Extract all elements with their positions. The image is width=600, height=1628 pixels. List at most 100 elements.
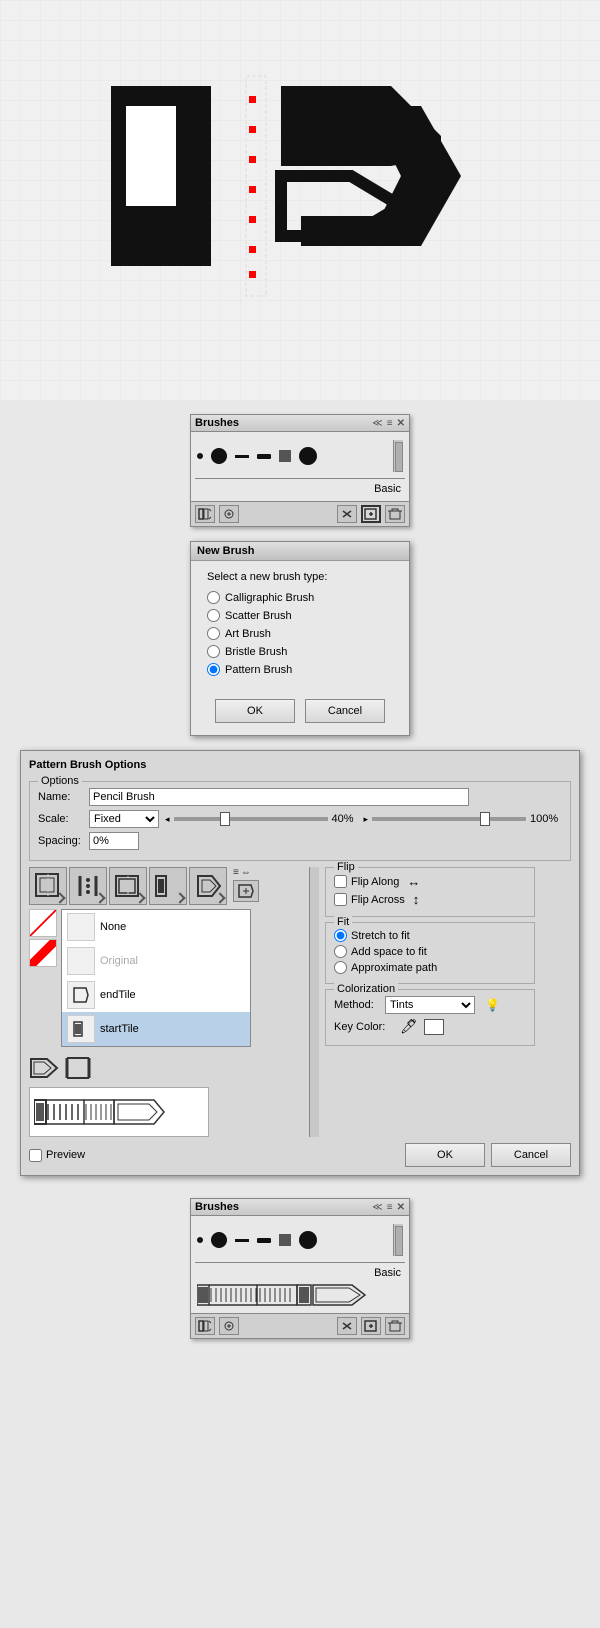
- key-color-swatch[interactable]: [424, 1019, 444, 1035]
- radio-calligraphic[interactable]: Calligraphic Brush: [207, 591, 393, 604]
- brush2-item-5[interactable]: [279, 1234, 291, 1246]
- trash-brush-icon-2[interactable]: [385, 1317, 405, 1335]
- eyedropper-icon[interactable]: 🖊: [400, 1018, 418, 1035]
- brushes-panel-1: Brushes ≪ ≡ ✕ Bas: [190, 414, 410, 527]
- add-brush-icon[interactable]: [219, 505, 239, 523]
- tile-menu-icon[interactable]: ≡: [233, 867, 239, 878]
- delete-brush-icon-2[interactable]: [337, 1317, 357, 1335]
- flip-across-cb[interactable]: [334, 893, 347, 906]
- brushes-row-2: [195, 1220, 405, 1260]
- radio-pattern-input[interactable]: [207, 663, 220, 676]
- brush-item-6[interactable]: [299, 447, 317, 465]
- add-brush-icon-2[interactable]: [219, 1317, 239, 1335]
- scale-slider2-thumb[interactable]: [480, 812, 490, 826]
- dropdown-original[interactable]: Original: [62, 944, 250, 978]
- brush2-item-2[interactable]: [211, 1232, 227, 1248]
- scale-max: 100%: [530, 813, 562, 825]
- radio-art-input[interactable]: [207, 627, 220, 640]
- brushes-panel-2: Brushes ≪ ≡ ✕ Bas: [190, 1198, 410, 1339]
- scale-slider-track[interactable]: [174, 817, 328, 821]
- spacing-input[interactable]: [89, 832, 139, 850]
- flip-along-label: Flip Along: [351, 876, 399, 888]
- dropdown-end-icon: [67, 981, 95, 1009]
- lightbulb-icon[interactable]: 💡: [485, 998, 500, 1012]
- radio-bristle-input[interactable]: [207, 645, 220, 658]
- stretch-radio[interactable]: [334, 929, 347, 942]
- name-input[interactable]: Pencil Brush: [89, 788, 469, 806]
- name-label: Name:: [38, 791, 83, 803]
- dropdown-start-icon: [67, 1015, 95, 1043]
- delete-brush-icon[interactable]: [337, 505, 357, 523]
- tile-btn-3[interactable]: [109, 867, 147, 905]
- radio-pattern[interactable]: Pattern Brush: [207, 663, 393, 676]
- flip-along-cb[interactable]: [334, 875, 347, 888]
- brush-item-4[interactable]: [257, 454, 271, 459]
- radio-bristle[interactable]: Bristle Brush: [207, 645, 393, 658]
- panel2-menu-icon[interactable]: ≡: [387, 1202, 393, 1213]
- brush2-item-6[interactable]: [299, 1231, 317, 1249]
- scale-select[interactable]: Fixed: [89, 810, 159, 828]
- brush-item-2[interactable]: [211, 448, 227, 464]
- preview-label: Preview: [46, 1149, 85, 1161]
- libraries-icon-2[interactable]: [195, 1317, 215, 1335]
- scale-slider2-track[interactable]: [372, 817, 526, 821]
- panel-close-icon[interactable]: ✕: [397, 418, 405, 429]
- dropdown-none[interactable]: None: [62, 910, 250, 944]
- spacing-label: Spacing:: [38, 835, 83, 847]
- panel2-collapse-icon[interactable]: ≪: [372, 1202, 382, 1213]
- scale-min-icon: ◂: [165, 814, 170, 825]
- add-space-radio[interactable]: [334, 945, 347, 958]
- panel-collapse-icon[interactable]: ≪: [372, 418, 382, 429]
- panel-menu-icon[interactable]: ≡: [387, 418, 393, 429]
- preview-cb[interactable]: [29, 1149, 42, 1162]
- brush2-item-4[interactable]: [257, 1238, 271, 1243]
- options-group: Options Name: Pencil Brush Scale: Fixed …: [29, 781, 571, 861]
- pbo-panel: Pattern Brush Options Options Name: Penc…: [20, 750, 580, 1176]
- new-brush-dialog: New Brush Select a new brush type: Calli…: [190, 541, 410, 736]
- trash-brush-icon[interactable]: [385, 505, 405, 523]
- scale-arrow-icon: ▸: [364, 814, 369, 825]
- libraries-icon[interactable]: [195, 505, 215, 523]
- brush2-item-1[interactable]: [197, 1237, 203, 1243]
- pbo-cancel-button[interactable]: Cancel: [491, 1143, 571, 1167]
- stripe-bottom: [29, 939, 57, 967]
- tile-btn-2[interactable]: [69, 867, 107, 905]
- dropdown-scrollbar[interactable]: [309, 867, 319, 1137]
- brushes-basic-row: Basic: [195, 481, 405, 497]
- new-brush-cancel-button[interactable]: Cancel: [305, 699, 385, 723]
- pbo-ok-button[interactable]: OK: [405, 1143, 485, 1167]
- brush2-item-3[interactable]: [235, 1239, 249, 1242]
- new-brush-button[interactable]: [361, 505, 381, 523]
- radio-scatter-input[interactable]: [207, 609, 220, 622]
- fit-group: Fit Stretch to fit Add space to fit Appr…: [325, 922, 535, 984]
- brushes-row-1: [195, 436, 405, 476]
- radio-calligraphic-input[interactable]: [207, 591, 220, 604]
- panel2-close-icon[interactable]: ✕: [397, 1202, 405, 1213]
- dropdown-none-label: None: [100, 921, 126, 933]
- scrollbar-1[interactable]: [393, 440, 403, 472]
- radio-scatter[interactable]: Scatter Brush: [207, 609, 393, 622]
- tile-btn-4[interactable]: [149, 867, 187, 905]
- tile-btn-5[interactable]: [189, 867, 227, 905]
- key-color-label: Key Color:: [334, 1021, 394, 1033]
- new-brush-button-2[interactable]: [361, 1317, 381, 1335]
- tile-expand-icon[interactable]: ⇔: [241, 867, 251, 878]
- approx-radio[interactable]: [334, 961, 347, 974]
- method-select[interactable]: None Tints Tints and Shades Hue Shift: [385, 996, 475, 1014]
- red-stripe-col: [29, 909, 57, 1047]
- radio-art[interactable]: Art Brush: [207, 627, 393, 640]
- scrollbar-2[interactable]: [393, 1224, 403, 1256]
- radio-bristle-label: Bristle Brush: [225, 646, 287, 658]
- brush-item-3[interactable]: [235, 455, 249, 458]
- tile-btn-1[interactable]: [29, 867, 67, 905]
- scale-slider-thumb[interactable]: [220, 812, 230, 826]
- dropdown-none-icon: [67, 913, 95, 941]
- options-group-label: Options: [38, 775, 82, 787]
- dropdown-start-tile[interactable]: startTile: [62, 1012, 250, 1046]
- brush-item-1[interactable]: [197, 453, 203, 459]
- tile-add-icon[interactable]: [233, 880, 259, 902]
- add-space-label: Add space to fit: [351, 946, 427, 958]
- dropdown-end-tile[interactable]: endTile: [62, 978, 250, 1012]
- new-brush-ok-button[interactable]: OK: [215, 699, 295, 723]
- brush-item-5[interactable]: [279, 450, 291, 462]
